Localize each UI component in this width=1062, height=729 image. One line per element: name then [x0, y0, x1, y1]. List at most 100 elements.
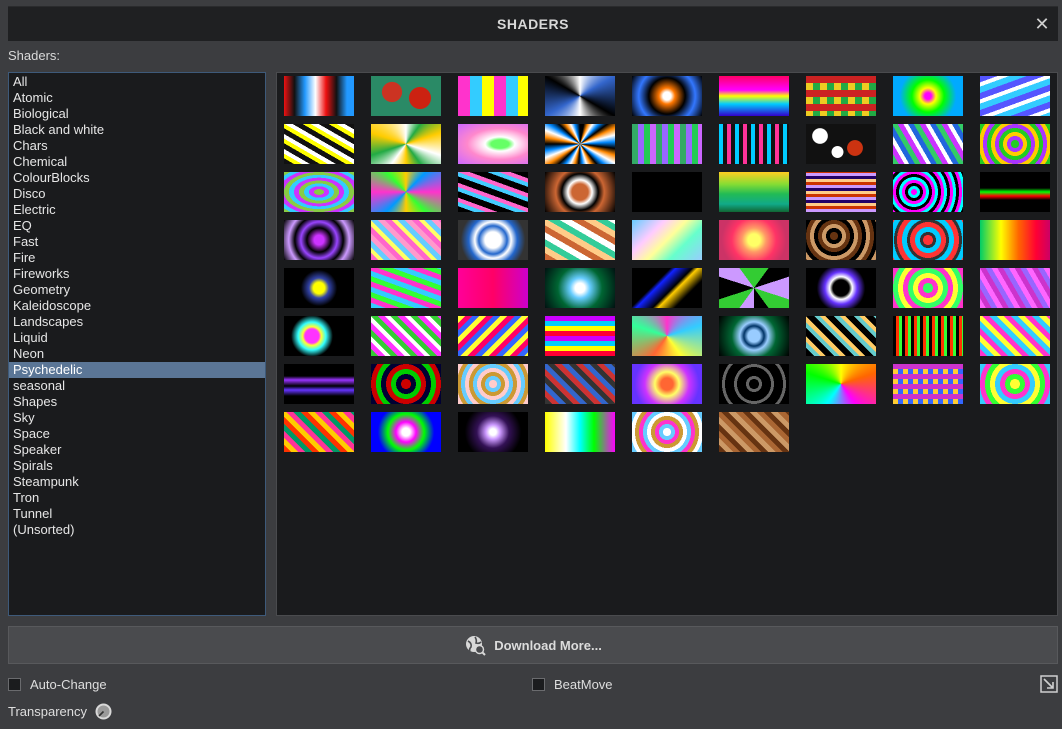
shader-thumbnail[interactable]: [719, 364, 789, 404]
category-item[interactable]: Tunnel: [9, 506, 265, 522]
category-item[interactable]: Electric: [9, 202, 265, 218]
shader-thumbnail[interactable]: [632, 124, 702, 164]
category-item[interactable]: Geometry: [9, 282, 265, 298]
shader-thumbnail[interactable]: [371, 76, 441, 116]
shader-thumbnail[interactable]: [545, 268, 615, 308]
category-item[interactable]: Speaker: [9, 442, 265, 458]
shader-thumbnail[interactable]: [545, 316, 615, 356]
shader-thumbnail[interactable]: [806, 172, 876, 212]
shader-thumbnail[interactable]: [719, 220, 789, 260]
shader-thumbnail[interactable]: [545, 364, 615, 404]
category-item[interactable]: Steampunk: [9, 474, 265, 490]
shader-thumbnail[interactable]: [632, 76, 702, 116]
category-item[interactable]: All: [9, 74, 265, 90]
shader-thumbnail[interactable]: [893, 124, 963, 164]
shader-thumbnail[interactable]: [545, 412, 615, 452]
shader-thumbnail[interactable]: [545, 172, 615, 212]
shader-thumbnail[interactable]: [893, 364, 963, 404]
category-list[interactable]: All Atomic Biological Black and white Chars C…: [8, 72, 266, 616]
shader-thumbnail[interactable]: [893, 76, 963, 116]
shader-thumbnail[interactable]: [371, 364, 441, 404]
shader-thumbnail[interactable]: [980, 220, 1050, 260]
category-item[interactable]: EQ: [9, 218, 265, 234]
shader-thumbnail[interactable]: [458, 316, 528, 356]
category-item[interactable]: Disco: [9, 186, 265, 202]
shader-thumbnail[interactable]: [632, 220, 702, 260]
shader-thumbnail[interactable]: [545, 76, 615, 116]
close-icon[interactable]: ✕: [1032, 14, 1052, 34]
shader-thumbnail[interactable]: [632, 172, 702, 212]
shader-thumbnail[interactable]: [284, 364, 354, 404]
shader-thumbnail[interactable]: [806, 76, 876, 116]
shader-thumbnail[interactable]: [458, 268, 528, 308]
auto-change-option[interactable]: Auto-Change: [8, 677, 107, 692]
shader-thumbnail[interactable]: [719, 172, 789, 212]
shader-thumbnail[interactable]: [371, 220, 441, 260]
shader-thumbnail[interactable]: [371, 412, 441, 452]
shader-thumbnail[interactable]: [719, 412, 789, 452]
shader-thumbnail[interactable]: [980, 76, 1050, 116]
shader-thumbnail[interactable]: [719, 76, 789, 116]
category-item[interactable]: (Unsorted): [9, 522, 265, 538]
shader-thumbnail[interactable]: [458, 364, 528, 404]
shader-thumbnail-grid[interactable]: [276, 72, 1058, 616]
category-item[interactable]: Chemical: [9, 154, 265, 170]
shader-thumbnail[interactable]: [545, 124, 615, 164]
undock-icon[interactable]: [1040, 675, 1058, 693]
shader-thumbnail[interactable]: [371, 268, 441, 308]
shader-thumbnail[interactable]: [980, 364, 1050, 404]
shader-thumbnail[interactable]: [458, 172, 528, 212]
beatmove-checkbox[interactable]: [532, 678, 545, 691]
category-item[interactable]: Fireworks: [9, 266, 265, 282]
shader-thumbnail[interactable]: [893, 220, 963, 260]
category-item[interactable]: Landscapes: [9, 314, 265, 330]
shader-thumbnail[interactable]: [632, 364, 702, 404]
shader-thumbnail[interactable]: [719, 316, 789, 356]
shader-thumbnail[interactable]: [284, 172, 354, 212]
shader-thumbnail[interactable]: [719, 268, 789, 308]
category-item[interactable]: Biological: [9, 106, 265, 122]
category-item[interactable]: Sky: [9, 410, 265, 426]
shader-thumbnail[interactable]: [284, 316, 354, 356]
shader-thumbnail[interactable]: [371, 124, 441, 164]
shader-thumbnail[interactable]: [893, 268, 963, 308]
shader-thumbnail[interactable]: [806, 268, 876, 308]
shader-thumbnail[interactable]: [458, 220, 528, 260]
shader-thumbnail[interactable]: [284, 76, 354, 116]
category-item[interactable]: Space: [9, 426, 265, 442]
category-item[interactable]: Liquid: [9, 330, 265, 346]
shader-thumbnail[interactable]: [806, 364, 876, 404]
category-item[interactable]: Fast: [9, 234, 265, 250]
shader-thumbnail[interactable]: [980, 268, 1050, 308]
shader-thumbnail[interactable]: [893, 316, 963, 356]
shader-thumbnail[interactable]: [284, 124, 354, 164]
shader-thumbnail[interactable]: [632, 412, 702, 452]
shader-thumbnail[interactable]: [806, 316, 876, 356]
shader-thumbnail[interactable]: [980, 124, 1050, 164]
shader-thumbnail[interactable]: [719, 124, 789, 164]
category-item[interactable]: Chars: [9, 138, 265, 154]
category-item[interactable]: Spirals: [9, 458, 265, 474]
shader-thumbnail[interactable]: [980, 316, 1050, 356]
category-item[interactable]: Black and white: [9, 122, 265, 138]
shader-thumbnail[interactable]: [632, 316, 702, 356]
shader-thumbnail[interactable]: [371, 172, 441, 212]
shader-thumbnail[interactable]: [284, 220, 354, 260]
shader-thumbnail[interactable]: [284, 412, 354, 452]
category-item[interactable]: Psychedelic: [9, 362, 265, 378]
shader-thumbnail[interactable]: [458, 124, 528, 164]
auto-change-checkbox[interactable]: [8, 678, 21, 691]
shader-thumbnail[interactable]: [545, 220, 615, 260]
shader-thumbnail[interactable]: [806, 220, 876, 260]
category-item[interactable]: Shapes: [9, 394, 265, 410]
category-item[interactable]: Kaleidoscope: [9, 298, 265, 314]
beatmove-option[interactable]: BeatMove: [532, 677, 613, 692]
category-item[interactable]: Tron: [9, 490, 265, 506]
shader-thumbnail[interactable]: [371, 316, 441, 356]
shader-thumbnail[interactable]: [980, 172, 1050, 212]
category-item[interactable]: Atomic: [9, 90, 265, 106]
download-more-button[interactable]: Download More...: [8, 626, 1058, 664]
category-item[interactable]: Fire: [9, 250, 265, 266]
category-item[interactable]: ColourBlocks: [9, 170, 265, 186]
shader-thumbnail[interactable]: [458, 76, 528, 116]
